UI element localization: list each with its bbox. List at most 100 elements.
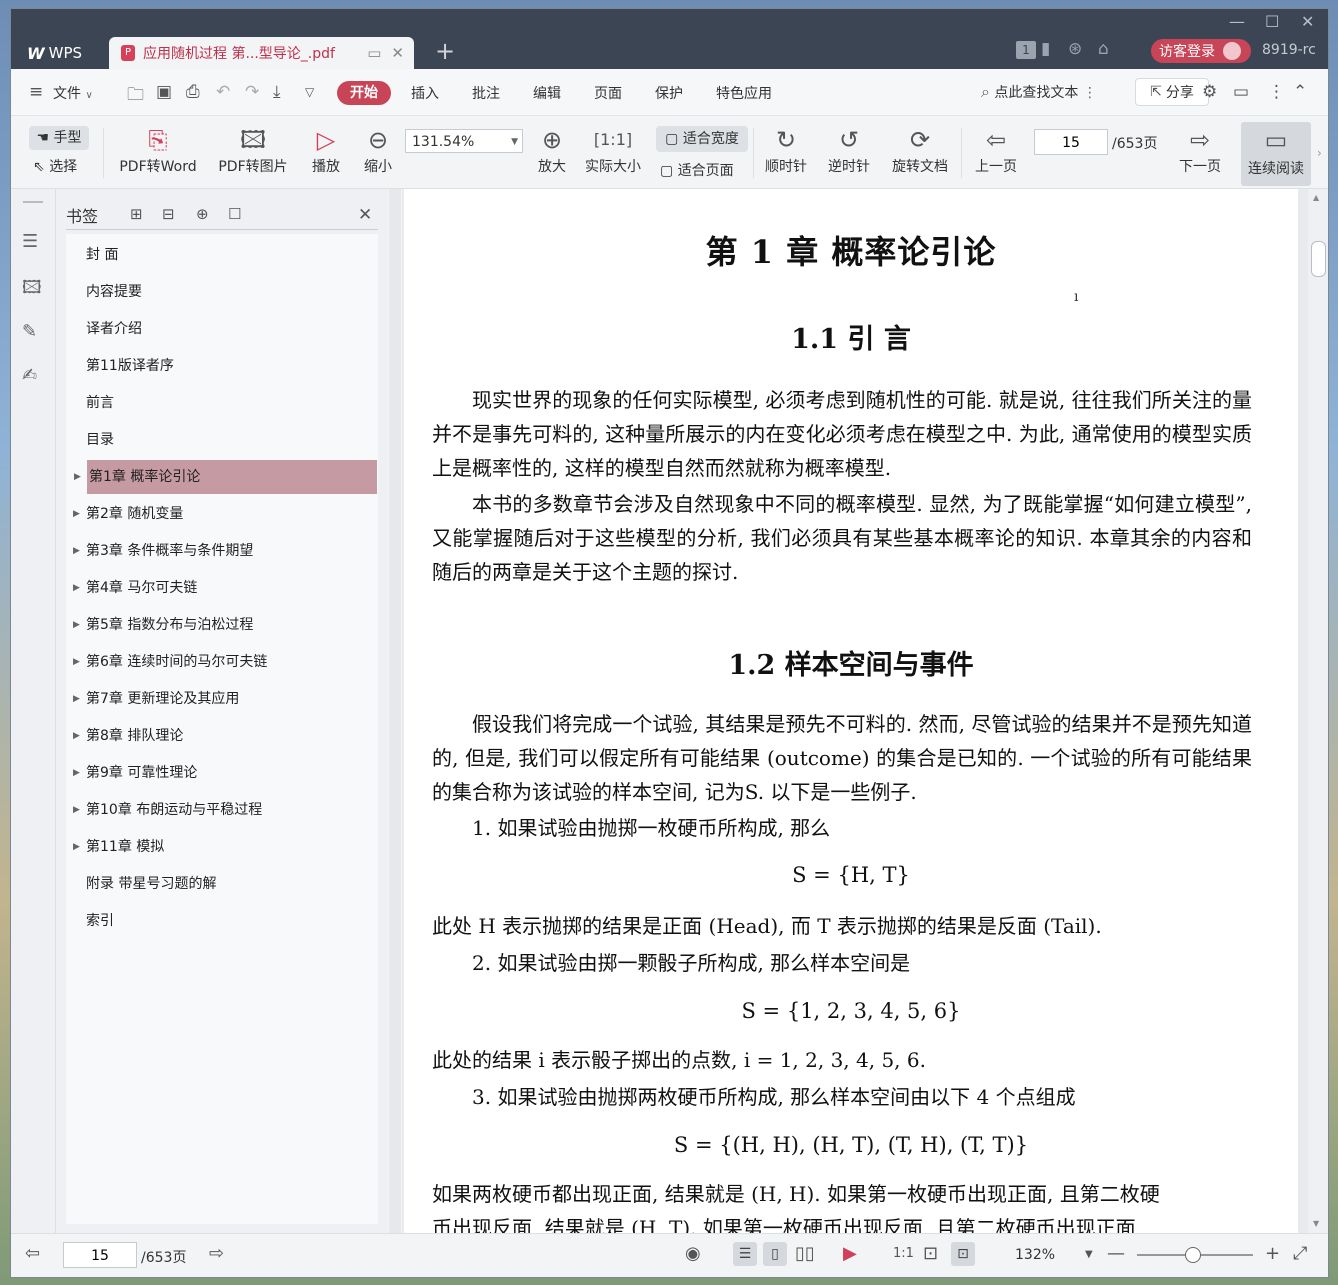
menu-special[interactable]: 特色应用 <box>716 83 772 103</box>
menu-file[interactable]: 文件 ∨ <box>53 83 93 103</box>
fit-width-icon[interactable]: ⊡ <box>951 1242 975 1266</box>
bookmark-item[interactable]: 第11版译者序 <box>86 349 378 383</box>
new-tab-button[interactable]: + <box>435 39 455 63</box>
play-button[interactable]: ▷ 播放 <box>309 124 343 176</box>
rotate-counterclockwise-button[interactable]: ↺ 逆时针 <box>824 124 874 176</box>
expand-arrow-icon[interactable]: ▶ <box>73 497 80 531</box>
tab-list-icon[interactable]: ▮ <box>1041 39 1050 59</box>
expand-arrow-icon[interactable]: ▶ <box>73 756 80 790</box>
continuous-view-icon[interactable]: ▯ <box>763 1242 787 1266</box>
bookmark-item[interactable]: ▶ 第8章 排队理论 <box>73 719 378 753</box>
scroll-down-icon[interactable]: ▼ <box>1313 1219 1319 1228</box>
open-folder-icon[interactable]: 🗀 <box>127 82 144 111</box>
bookmark-item[interactable]: ▶ 第6章 连续时间的马尔可夫链 <box>73 645 378 679</box>
collapse-all-icon[interactable]: ⊟ <box>162 205 175 223</box>
bookmark-options-icon[interactable]: ☐ <box>228 205 241 223</box>
search-text-button[interactable]: ⌕ 点此查找文本 ⋮ <box>981 82 1097 102</box>
zoom-input[interactable]: 131.54% ▼ <box>405 129 523 153</box>
eye-protection-icon[interactable]: ◉ <box>685 1243 701 1264</box>
redo-icon[interactable]: ↷ <box>245 82 259 102</box>
bookmark-item[interactable]: ▶ 第11章 模拟 <box>73 830 378 864</box>
zoom-in-plus-icon[interactable]: + <box>1265 1243 1280 1264</box>
expand-all-icon[interactable]: ⊞ <box>130 205 143 223</box>
bookmark-item[interactable]: 附录 带星号习题的解 <box>86 867 378 901</box>
expand-arrow-icon[interactable]: ▶ <box>73 682 80 716</box>
close-panel-icon[interactable]: ✕ <box>358 205 372 225</box>
skin-icon[interactable]: ⌂ <box>1098 39 1109 59</box>
expand-arrow-icon[interactable]: ▶ <box>73 534 80 568</box>
play-slideshow-icon[interactable]: ▶ <box>843 1243 857 1264</box>
rotate-clockwise-button[interactable]: ↻ 顺时针 <box>761 124 811 176</box>
zoom-dropdown-icon[interactable]: ▼ <box>1085 1249 1093 1260</box>
fit-page-icon[interactable]: ⊡ <box>923 1243 938 1264</box>
more-vertical-icon[interactable]: ⋮ <box>1268 82 1285 102</box>
expand-arrow-icon[interactable]: ▶ <box>73 719 80 753</box>
thumbnail-icon[interactable]: 🖾 <box>22 275 42 305</box>
settings-gear-icon[interactable]: ⚙ <box>1202 82 1217 102</box>
add-bookmark-icon[interactable]: ⊕ <box>196 205 209 223</box>
actual-size-icon[interactable]: 1:1 <box>893 1246 914 1261</box>
drag-handle[interactable] <box>23 201 43 203</box>
fullscreen-icon[interactable]: ⤢ <box>1293 1243 1307 1264</box>
menu-edit[interactable]: 编辑 <box>533 83 561 103</box>
close-window-icon[interactable]: ✕ <box>1301 12 1314 31</box>
bookmark-item[interactable]: ▶ 第2章 随机变量 <box>73 497 378 531</box>
page-number-input[interactable]: 15 <box>1034 129 1108 155</box>
bookmark-item[interactable]: 内容提要 <box>86 275 378 309</box>
maximize-icon[interactable]: ☐ <box>1265 12 1279 31</box>
more-dropdown-icon[interactable]: ▽ <box>305 85 314 99</box>
bookmark-item[interactable]: ▶ 第9章 可靠性理论 <box>73 756 378 790</box>
scroll-up-icon[interactable]: ▲ <box>1313 193 1319 202</box>
minimize-icon[interactable]: — <box>1229 12 1245 31</box>
undo-icon[interactable]: ↶ <box>216 82 230 102</box>
expand-arrow-icon[interactable]: ▶ <box>73 793 80 827</box>
tab-display-icon[interactable]: ▭ <box>367 44 381 62</box>
zoom-slider[interactable] <box>1137 1247 1253 1263</box>
zoom-slider-knob[interactable] <box>1185 1247 1201 1263</box>
chevron-right-icon[interactable]: › <box>1317 146 1322 160</box>
bookmark-list-icon[interactable]: ☰ <box>22 231 38 252</box>
zoom-in-button[interactable]: ⊕ 放大 <box>535 124 569 176</box>
expand-arrow-icon[interactable]: ▶ <box>73 830 80 864</box>
bookmark-item[interactable]: ▶ 第10章 布朗运动与平稳过程 <box>73 793 378 827</box>
login-button[interactable]: 访客登录 <box>1151 39 1251 63</box>
document-tab[interactable]: P 应用随机过程 第...型导论_.pdf ▭ ✕ <box>109 37 414 69</box>
scrollbar-thumb[interactable] <box>1311 241 1326 277</box>
expand-arrow-icon[interactable]: ▶ <box>73 645 80 679</box>
pdf-to-word-button[interactable]: ⎘ PDF转Word <box>115 124 201 176</box>
bookmark-item[interactable]: ▶ 第3章 条件概率与条件期望 <box>73 534 378 568</box>
status-prev-page-icon[interactable]: ⇦ <box>25 1243 40 1264</box>
save-icon[interactable]: ▣ <box>156 82 172 102</box>
pdf-to-image-button[interactable]: 🖾 PDF转图片 <box>215 124 291 176</box>
actual-size-button[interactable]: [1:1] 实际大小 <box>581 124 645 176</box>
bookmark-item[interactable]: ▶ 第7章 更新理论及其应用 <box>73 682 378 716</box>
menu-page[interactable]: 页面 <box>594 83 622 103</box>
annotation-icon[interactable]: ✎ <box>22 321 37 342</box>
expand-arrow-icon[interactable]: ▶ <box>73 608 80 642</box>
print-icon[interactable]: ⎙ <box>186 82 200 102</box>
next-page-button[interactable]: ⇨ 下一页 <box>1175 124 1225 176</box>
fit-width-button[interactable]: ▢ 适合宽度 <box>656 126 748 152</box>
fit-page-button[interactable]: ▢ 适合页面 <box>660 160 734 180</box>
bookmark-item[interactable]: 索引 <box>86 904 378 938</box>
menu-insert[interactable]: 插入 <box>411 83 439 103</box>
expand-arrow-icon[interactable]: ▶ <box>74 460 81 494</box>
hamburger-menu-icon[interactable]: ≡ <box>29 82 43 102</box>
previous-page-button[interactable]: ⇦ 上一页 <box>971 124 1021 176</box>
bookmark-item[interactable]: 目录 <box>86 423 378 457</box>
collapse-ribbon-icon[interactable]: ⌃ <box>1293 82 1307 102</box>
bookmark-item[interactable]: 封 面 <box>86 238 378 272</box>
signature-icon[interactable]: ✍ <box>22 365 37 386</box>
menu-annotate[interactable]: 批注 <box>472 83 500 103</box>
single-page-view-icon[interactable]: ☰ <box>733 1242 757 1266</box>
zoom-out-minus-icon[interactable]: — <box>1107 1243 1125 1264</box>
chevron-down-icon[interactable]: ▼ <box>511 130 518 154</box>
sync-icon[interactable]: ⊛ <box>1068 39 1082 59</box>
comment-icon[interactable]: ▭ <box>1233 82 1249 102</box>
hand-tool-button[interactable]: ☚ 手型 <box>29 126 89 150</box>
bookmark-item[interactable]: ▶ 第1章 概率论引论 <box>74 460 377 494</box>
menu-start-tab[interactable]: 开始 <box>337 81 391 105</box>
tab-count-badge[interactable]: 1 <box>1016 41 1036 59</box>
wps-home-tab[interactable]: W WPS <box>15 39 105 67</box>
status-page-input[interactable]: 15 <box>63 1242 137 1268</box>
